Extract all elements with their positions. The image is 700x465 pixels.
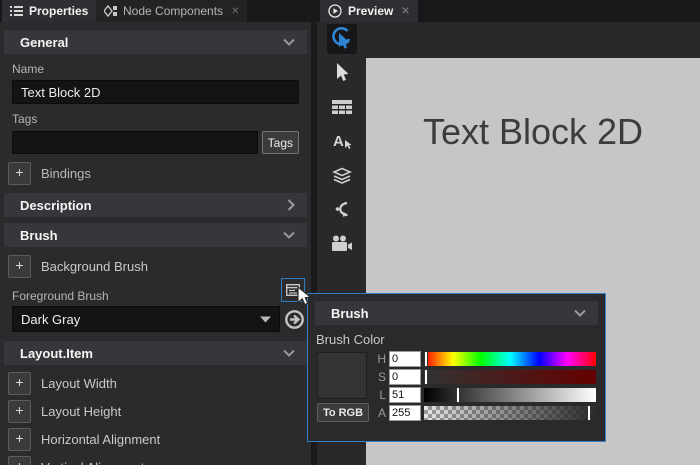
hue-slider[interactable] bbox=[424, 352, 596, 366]
alpha-label: A bbox=[376, 406, 386, 420]
hue-label: H bbox=[376, 352, 386, 366]
alpha-slider[interactable] bbox=[424, 406, 596, 420]
tab-node-components[interactable]: Node Components ✕ bbox=[96, 0, 247, 22]
goto-brush-button[interactable] bbox=[284, 309, 305, 330]
tab-preview[interactable]: Preview ✕ bbox=[320, 0, 418, 22]
section-general-title: General bbox=[20, 35, 68, 50]
section-general[interactable]: General bbox=[4, 30, 307, 54]
foreground-brush-dropdown[interactable]: Dark Gray bbox=[12, 306, 280, 332]
dropdown-arrow-icon bbox=[260, 316, 271, 323]
app-window: Properties ✕ Node Components ✕ Preview ✕… bbox=[0, 0, 700, 465]
saturation-input[interactable]: 0 bbox=[389, 369, 421, 385]
name-label: Name bbox=[12, 62, 311, 76]
layout-height-label: Layout Height bbox=[41, 404, 121, 419]
layers-tool-button[interactable] bbox=[327, 160, 357, 190]
hue-slider-handle[interactable] bbox=[424, 351, 428, 367]
interact-tool-button[interactable] bbox=[327, 24, 357, 54]
foreground-brush-label: Foreground Brush bbox=[12, 289, 109, 303]
background-brush-label: Background Brush bbox=[41, 259, 148, 274]
chevron-down-icon bbox=[283, 231, 295, 239]
alpha-slider-handle[interactable] bbox=[587, 405, 591, 421]
mouse-cursor bbox=[297, 286, 313, 308]
hue-input[interactable]: 0 bbox=[389, 351, 421, 367]
bindings-label: Bindings bbox=[41, 166, 91, 181]
section-layout-item-title: Layout.Item bbox=[20, 346, 93, 361]
add-vertical-alignment-button[interactable]: + bbox=[8, 456, 31, 465]
add-background-brush-button[interactable]: + bbox=[8, 255, 31, 278]
tags-input[interactable] bbox=[12, 131, 258, 154]
play-icon bbox=[328, 4, 342, 18]
interact-cursor-icon bbox=[331, 27, 353, 51]
lightness-slider-handle[interactable] bbox=[456, 387, 460, 403]
section-brush[interactable]: Brush bbox=[4, 223, 307, 247]
brush-popup: Brush Brush Color To RGB H 0 S 0 bbox=[307, 293, 606, 442]
to-rgb-button[interactable]: To RGB bbox=[317, 403, 369, 422]
chevron-down-icon bbox=[283, 349, 295, 357]
add-binding-button[interactable]: + bbox=[8, 162, 31, 185]
saturation-slider[interactable] bbox=[424, 370, 596, 384]
chevron-down-icon bbox=[574, 309, 586, 317]
vertical-alignment-label: Vertical Alignment bbox=[41, 460, 144, 465]
close-icon[interactable]: ✕ bbox=[231, 6, 239, 17]
grid-tool-button[interactable] bbox=[327, 92, 357, 122]
section-layout-item[interactable]: Layout.Item bbox=[4, 341, 307, 365]
tab-strip: Properties ✕ Node Components ✕ Preview ✕ bbox=[0, 0, 700, 22]
close-icon[interactable]: ✕ bbox=[401, 6, 409, 17]
add-layout-height-button[interactable]: + bbox=[8, 400, 31, 423]
properties-panel: General Name Text Block 2D Tags Tags + B… bbox=[0, 22, 311, 465]
arrow-circle-icon bbox=[284, 309, 305, 330]
section-description-title: Description bbox=[20, 198, 92, 213]
canvas-text-block: Text Block 2D bbox=[366, 111, 700, 153]
chevron-right-icon bbox=[287, 199, 295, 211]
lightness-slider[interactable] bbox=[424, 388, 596, 402]
camera-icon bbox=[331, 235, 353, 252]
section-description[interactable]: Description bbox=[4, 193, 307, 217]
tags-button[interactable]: Tags bbox=[262, 131, 299, 154]
brush-color-label: Brush Color bbox=[316, 332, 605, 347]
connections-tool-button[interactable] bbox=[327, 194, 357, 224]
saturation-label: S bbox=[376, 370, 386, 384]
connections-icon bbox=[333, 200, 351, 218]
list-icon bbox=[10, 6, 23, 17]
brush-color-swatch bbox=[317, 352, 367, 399]
select-cursor-icon bbox=[333, 62, 351, 84]
alpha-input[interactable]: 255 bbox=[389, 405, 421, 421]
foreground-brush-value: Dark Gray bbox=[21, 312, 80, 327]
text-tool-button[interactable]: A bbox=[327, 126, 357, 156]
add-horizontal-alignment-button[interactable]: + bbox=[8, 428, 31, 451]
svg-text:A: A bbox=[333, 133, 344, 150]
select-tool-button[interactable] bbox=[327, 58, 357, 88]
brush-popup-title: Brush bbox=[331, 306, 369, 321]
grid-icon bbox=[332, 100, 352, 115]
layers-icon bbox=[332, 167, 352, 184]
chevron-down-icon bbox=[283, 38, 295, 46]
lightness-input[interactable]: 51 bbox=[389, 387, 421, 403]
name-input[interactable]: Text Block 2D bbox=[12, 80, 299, 104]
lightness-label: L bbox=[376, 388, 386, 402]
layout-width-label: Layout Width bbox=[41, 376, 117, 391]
camera-tool-button[interactable] bbox=[327, 228, 357, 258]
tab-properties-label: Properties bbox=[29, 4, 88, 18]
add-layout-width-button[interactable]: + bbox=[8, 372, 31, 395]
tab-preview-label: Preview bbox=[348, 4, 393, 18]
saturation-slider-handle[interactable] bbox=[424, 369, 428, 385]
tab-node-components-label: Node Components bbox=[123, 4, 223, 18]
horizontal-alignment-label: Horizontal Alignment bbox=[41, 432, 160, 447]
brush-popup-header[interactable]: Brush bbox=[315, 301, 598, 325]
section-brush-title: Brush bbox=[20, 228, 58, 243]
tags-label: Tags bbox=[12, 112, 311, 126]
text-tool-icon: A bbox=[332, 132, 352, 150]
components-icon bbox=[104, 5, 117, 17]
